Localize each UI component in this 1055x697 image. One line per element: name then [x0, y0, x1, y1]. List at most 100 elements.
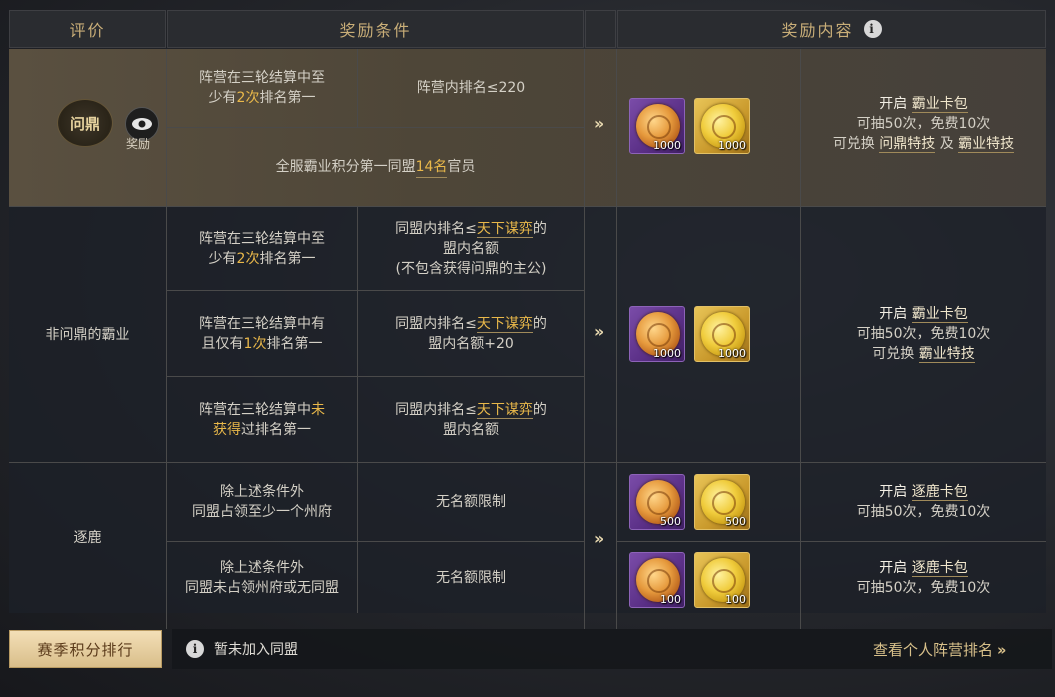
tier2-row1-req: 同盟内排名≤天下谋弈的 盟内名额 (不包含获得问鼎的主公): [358, 207, 584, 290]
tier1-reward-open: 开启: [879, 96, 912, 112]
header-reward: 奖励内容 i: [617, 10, 1046, 48]
tier3-row1-item-gold[interactable]: 500: [694, 474, 750, 530]
tier1-cond-a-line1: 阵营在三轮结算中至: [199, 70, 325, 86]
tier2-row3-cond-hl2: 获得: [213, 421, 241, 438]
tier2-reward-text: 开启 霸业卡包 可抽50次，免费10次 可兑换 霸业特技: [801, 298, 1046, 370]
tier1-condition-a: 阵营在三轮结算中至 少有2次排名第一: [167, 49, 357, 127]
tier3-row2-item-gold-qty: 100: [725, 593, 746, 606]
double-chevron-icon: ››: [997, 640, 1007, 659]
tier2-item-gold-qty: 1000: [718, 347, 746, 360]
tier2-row2-req-link[interactable]: 天下谋弈: [476, 315, 533, 333]
tier2-row3-cond-l2: 获得过排名第一: [213, 420, 311, 440]
tier1-condition-b: 全服霸业积分第一同盟 14名 官员: [167, 128, 584, 206]
tier2-reward-line2: 可抽50次，免费10次: [856, 326, 991, 342]
tier2-row1-req-l2: 盟内名额: [443, 240, 499, 257]
tier3-row1-cond-l2: 同盟占领至少一个州府: [192, 504, 332, 520]
tier2-row1-req-l3: (不包含获得问鼎的主公): [395, 260, 547, 277]
tier3-row2-reward-pack-link[interactable]: 逐鹿卡包: [911, 559, 968, 577]
header-rating: 评价: [9, 10, 166, 48]
tier2-row1-req-link[interactable]: 天下谋弈: [476, 220, 533, 238]
tier2-item-copper[interactable]: 1000: [629, 306, 685, 362]
tier1-cond-a-post: 排名第一: [259, 90, 316, 106]
tier2-row3-req-link[interactable]: 天下谋弈: [476, 401, 533, 419]
tier3-row2-req: 无名额限制: [436, 569, 506, 586]
tier2-row1-cond-hl: 2次: [236, 250, 260, 267]
personal-rank-link[interactable]: 查看个人阵营排名 ››: [873, 639, 1007, 660]
tier2-row3-req: 同盟内排名≤天下谋弈的 盟内名额: [358, 377, 584, 462]
tier2-arrow: ››: [594, 322, 604, 341]
reward-eye-label: 奖励: [126, 137, 151, 151]
tier2-item-gold[interactable]: 1000: [694, 306, 750, 362]
header-reward-label: 奖励内容: [781, 21, 854, 40]
tier2-row3-req-post: 的: [532, 401, 547, 418]
header-condition: 奖励条件: [167, 10, 584, 48]
tier3-row2-condition: 除上述条件外 同盟未占领州府或无同盟: [167, 542, 357, 613]
tier1-rank-req: 阵营内排名≤220: [416, 80, 526, 96]
info-icon[interactable]: i: [863, 20, 882, 38]
tier3-row1-reward-line2: 可抽50次，免费10次: [856, 504, 991, 520]
tier1-skill-link-wending[interactable]: 问鼎特技: [879, 136, 936, 153]
tier2-row1-cond-post: 排名第一: [259, 250, 316, 267]
tier1-item-gold-qty: 1000: [718, 139, 746, 152]
season-rank-button[interactable]: 赛季积分排行: [9, 630, 162, 668]
tier1-arrow: ››: [594, 114, 604, 133]
tier2-row1-req-l1: 同盟内排名≤天下谋弈的: [395, 219, 547, 239]
tier1-badge-label: 问鼎: [69, 114, 100, 133]
tier3-row2-item-gold[interactable]: 100: [694, 552, 750, 608]
tier1-item-copper-qty: 1000: [653, 139, 681, 152]
tier3-row2-cond-l1: 除上述条件外: [220, 559, 304, 576]
tier2-reward-pack-link[interactable]: 霸业卡包: [911, 306, 968, 323]
tier3-label: 逐鹿: [73, 530, 102, 546]
tier3-row2-item-copper[interactable]: 100: [629, 552, 685, 608]
tier3-row2-reward-line2: 可抽50次，免费10次: [856, 579, 991, 596]
tier2-row3-cond-post: 过排名第一: [241, 421, 311, 438]
tier3-arrow: ››: [594, 529, 604, 548]
eye-icon: [132, 118, 152, 130]
tier2-row2-req-l1: 同盟内排名≤天下谋弈的: [395, 314, 547, 334]
alliance-status: i 暂未加入同盟: [186, 639, 298, 659]
tier3-row2-reward-line1: 开启 逐鹿卡包: [879, 558, 968, 578]
header-arrow-spacer: [585, 10, 616, 48]
tier1-item-gold[interactable]: 1000: [694, 98, 750, 154]
tier2-row1-cond-l1: 阵营在三轮结算中至: [199, 230, 325, 247]
tier1-skill-link-baye[interactable]: 霸业特技: [958, 136, 1015, 153]
tier1-badge-emblem: 问鼎: [57, 99, 113, 147]
tier3-row2-cond-l2: 同盟未占领州府或无同盟: [185, 579, 339, 596]
tier3-row1-item-copper[interactable]: 500: [629, 474, 685, 530]
tier1-item-copper[interactable]: 1000: [629, 98, 685, 154]
tier1-reward-and: 及: [935, 136, 959, 152]
tier3-row1-reward-line1: 开启 逐鹿卡包: [879, 482, 968, 502]
tier1-reward-text: 开启 霸业卡包 可抽50次，免费10次 可兑换 问鼎特技 及 霸业特技: [801, 88, 1046, 160]
tier3-row1-condition: 除上述条件外 同盟占领至少一个州府: [167, 463, 357, 541]
tier2-row2-condition: 阵营在三轮结算中有 且仅有1次排名第一: [167, 291, 357, 376]
tier3-row1-reward-open: 开启: [879, 484, 912, 500]
tier3-row2-reward-text: 开启 逐鹿卡包 可抽50次，免费10次: [801, 542, 1046, 613]
tier2-reward-line1: 开启 霸业卡包: [879, 304, 968, 324]
tier1-reward-pack-link[interactable]: 霸业卡包: [911, 96, 968, 113]
tier2-row2-cond-l2: 且仅有1次排名第一: [202, 334, 323, 354]
tier1-cond-a-line2: 少有2次排名第一: [209, 88, 316, 108]
tier2-row1-cond-pre: 少有: [208, 250, 237, 267]
tier2-row2-cond-post: 排名第一: [266, 335, 323, 352]
tier2-row2-cond-pre: 且仅有: [201, 335, 244, 352]
tier2-row1-condition: 阵营在三轮结算中至 少有2次排名第一: [167, 207, 357, 290]
tier2-row2-req-l2: 盟内名额+20: [428, 335, 514, 352]
tier2-reward-exchange: 可兑换: [872, 346, 919, 362]
tier1-cond-b-post: 官员: [447, 159, 476, 175]
tier2-reward-line3: 可兑换 霸业特技: [872, 344, 975, 364]
tier2-row3-req-pre: 同盟内排名≤: [395, 401, 477, 418]
tier3-row1-reward-pack-link[interactable]: 逐鹿卡包: [911, 484, 968, 501]
tier1-cond-b-hl: 14名: [415, 157, 448, 178]
tier1-cond-a-hl: 2次: [236, 90, 260, 106]
tier2-row2-req-post: 的: [532, 315, 547, 332]
tier2-row2-cond-hl: 1次: [243, 335, 267, 352]
tier2-row1-req-pre: 同盟内排名≤: [395, 220, 477, 237]
tier2-item-copper-qty: 1000: [653, 347, 681, 360]
info-icon: i: [186, 640, 204, 658]
tier3-row1-item-copper-qty: 500: [660, 515, 681, 528]
tier3-row2-item-copper-qty: 100: [660, 593, 681, 606]
tier2-row1-req-post: 的: [532, 220, 547, 237]
tier2-row2-cond-l1: 阵营在三轮结算中有: [199, 315, 325, 332]
tier3-row1-item-gold-qty: 500: [725, 515, 746, 528]
tier2-skill-link-baye[interactable]: 霸业特技: [918, 346, 975, 363]
